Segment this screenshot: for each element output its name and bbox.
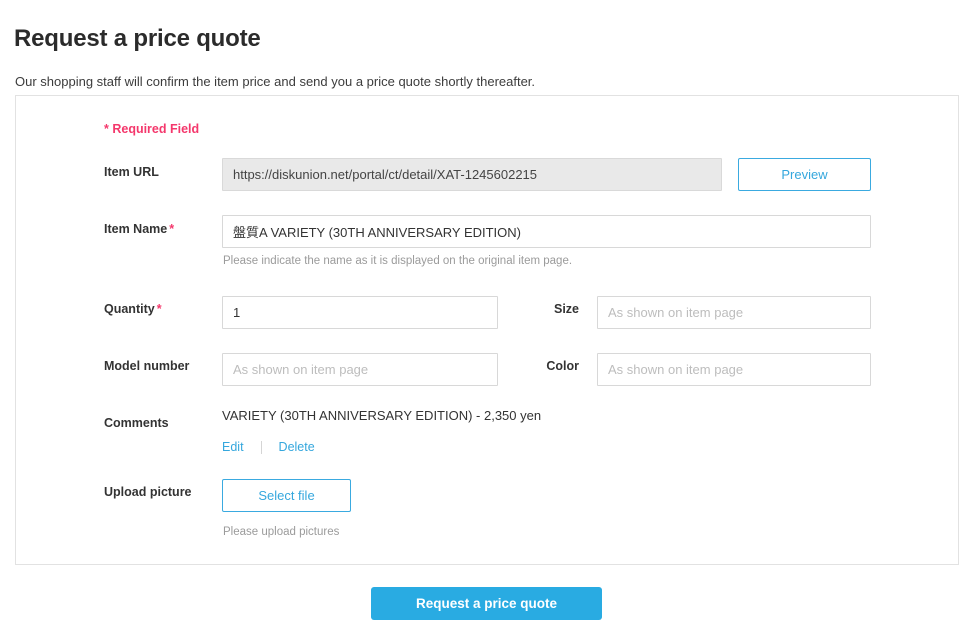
comments-text: VARIETY (30TH ANNIVERSARY EDITION) - 2,3… (222, 408, 542, 423)
model-number-label-text: Model number (104, 359, 190, 373)
model-number-label: Model number (104, 359, 189, 373)
page-title: Request a price quote (14, 25, 261, 53)
item-url-label: Item URL (104, 165, 159, 179)
item-name-label: Item Name * (104, 222, 174, 236)
comments-label-text: Comments (104, 416, 169, 430)
size-input[interactable] (597, 296, 871, 329)
color-label-text: Color (546, 359, 579, 373)
size-label-text: Size (553, 302, 579, 316)
upload-picture-label: Upload picture (104, 485, 192, 499)
quantity-label-text: Quantity (104, 302, 155, 316)
item-name-required-star: * (169, 222, 175, 236)
comments-action-divider (260, 440, 262, 454)
select-file-button-label: Select file (258, 488, 315, 503)
item-name-label-text: Item Name (104, 222, 168, 236)
upload-picture-label-text: Upload picture (104, 485, 192, 499)
item-name-helper: Please indicate the name as it is displa… (223, 255, 573, 267)
upload-picture-helper: Please upload pictures (223, 526, 340, 538)
size-label: Size (479, 302, 579, 316)
item-name-input[interactable] (222, 215, 871, 248)
preview-button-label: Preview (781, 167, 828, 182)
preview-button[interactable]: Preview (738, 158, 871, 191)
page-subtitle: Our shopping staff will confirm the item… (15, 74, 536, 89)
select-file-button[interactable]: Select file (222, 479, 351, 512)
request-price-quote-button-label: Request a price quote (415, 596, 558, 611)
quantity-input[interactable] (222, 296, 498, 329)
request-price-quote-button[interactable]: Request a price quote (371, 587, 602, 620)
comments-delete-link[interactable]: Delete (279, 440, 315, 454)
comments-label: Comments (104, 416, 169, 430)
model-number-input[interactable] (222, 353, 498, 386)
comments-actions: Edit Delete (222, 440, 315, 454)
quantity-label: Quantity * (104, 302, 162, 316)
price-quote-page: Request a price quote Our shopping staff… (0, 0, 976, 637)
required-field-note: * Required Field (104, 122, 200, 136)
quantity-required-star: * (156, 302, 162, 316)
comments-edit-link[interactable]: Edit (222, 440, 244, 454)
quote-form-card: * Required Field Item URL Preview Item N… (15, 95, 959, 565)
color-label: Color (479, 359, 579, 373)
item-url-label-text: Item URL (104, 165, 159, 179)
color-input[interactable] (597, 353, 871, 386)
item-url-input[interactable] (222, 158, 722, 191)
